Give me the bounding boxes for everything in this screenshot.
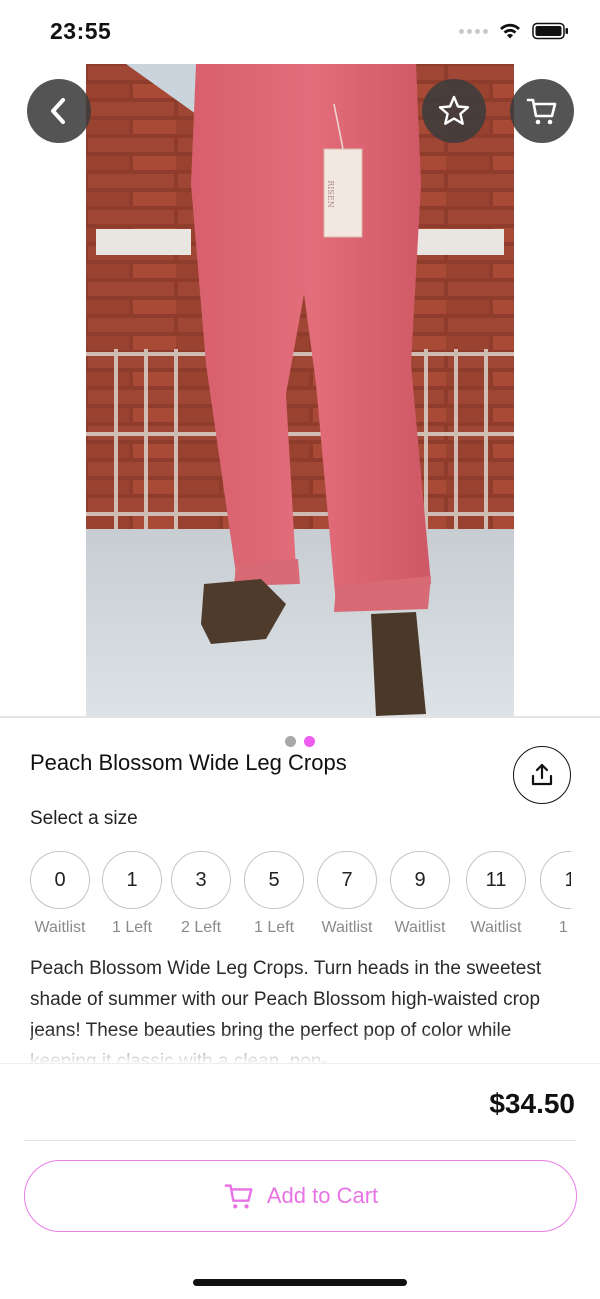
- size-option-value[interactable]: 0: [30, 851, 90, 909]
- product-title: Peach Blossom Wide Leg Crops: [30, 750, 347, 775]
- size-option[interactable]: 7 Waitlist: [317, 851, 377, 937]
- size-option-stock: Waitlist: [470, 919, 522, 936]
- size-option-value[interactable]: 1: [102, 851, 162, 909]
- purchase-divider: [24, 1140, 576, 1141]
- size-option-stock: Waitlist: [394, 919, 446, 936]
- size-option[interactable]: 1 1 L: [540, 851, 571, 937]
- signal-icon: [459, 28, 488, 34]
- size-option-value[interactable]: 3: [171, 851, 231, 909]
- size-option-value[interactable]: 7: [317, 851, 377, 909]
- favorite-button[interactable]: [422, 79, 486, 143]
- size-option[interactable]: 1 1 Left: [102, 851, 162, 937]
- size-option-stock: 2 Left: [180, 919, 222, 936]
- size-option-stock: 1 L: [558, 919, 571, 936]
- size-option[interactable]: 0 Waitlist: [30, 851, 90, 937]
- size-option[interactable]: 11 Waitlist: [466, 851, 526, 937]
- back-button[interactable]: [27, 79, 91, 143]
- chevron-left-icon: [51, 98, 65, 124]
- size-option-value[interactable]: 1: [540, 851, 571, 909]
- size-option-value[interactable]: 9: [390, 851, 450, 909]
- hang-tag-text: RISEN: [326, 180, 335, 208]
- image-divider: [0, 716, 600, 718]
- size-option[interactable]: 5 1 Left: [244, 851, 304, 937]
- add-to-cart-label: Add to Cart: [266, 1183, 379, 1208]
- home-indicator[interactable]: [193, 1279, 407, 1286]
- size-option-value[interactable]: 5: [244, 851, 304, 909]
- wifi-icon: [500, 23, 520, 39]
- share-icon: [531, 763, 553, 786]
- size-option-stock: 1 Left: [111, 919, 153, 936]
- size-option-stock: 1 Left: [253, 919, 295, 936]
- status-time: 23:55: [50, 18, 112, 44]
- star-icon: [438, 95, 470, 125]
- size-option-stock: Waitlist: [321, 919, 373, 936]
- size-section-label: Select a size: [30, 808, 138, 829]
- size-selector[interactable]: 0 Waitlist 1 1 Left 3 2 Left 5 1 Left 7 …: [30, 851, 571, 941]
- product-image-carousel[interactable]: RISEN: [0, 64, 600, 757]
- size-option-stock: Waitlist: [34, 919, 86, 936]
- cart-icon: [526, 98, 557, 125]
- description-fade: [0, 1030, 600, 1064]
- cart-icon: [224, 1184, 253, 1209]
- product-photo[interactable]: RISEN: [86, 64, 514, 716]
- product-price: $34.50: [489, 1088, 575, 1119]
- add-to-cart-button[interactable]: Add to Cart: [24, 1160, 577, 1232]
- pager-dot-2[interactable]: [304, 735, 315, 747]
- size-option[interactable]: 9 Waitlist: [390, 851, 450, 937]
- cart-button[interactable]: [510, 79, 574, 143]
- product-photo-illustration: RISEN: [86, 64, 514, 716]
- share-button[interactable]: [513, 746, 571, 804]
- size-option[interactable]: 3 2 Left: [171, 851, 231, 937]
- pager-dot-1[interactable]: [285, 735, 296, 747]
- battery-icon: [532, 22, 568, 40]
- status-icons: [459, 22, 570, 40]
- size-option-value[interactable]: 11: [466, 851, 526, 909]
- status-bar: 23:55: [0, 0, 600, 64]
